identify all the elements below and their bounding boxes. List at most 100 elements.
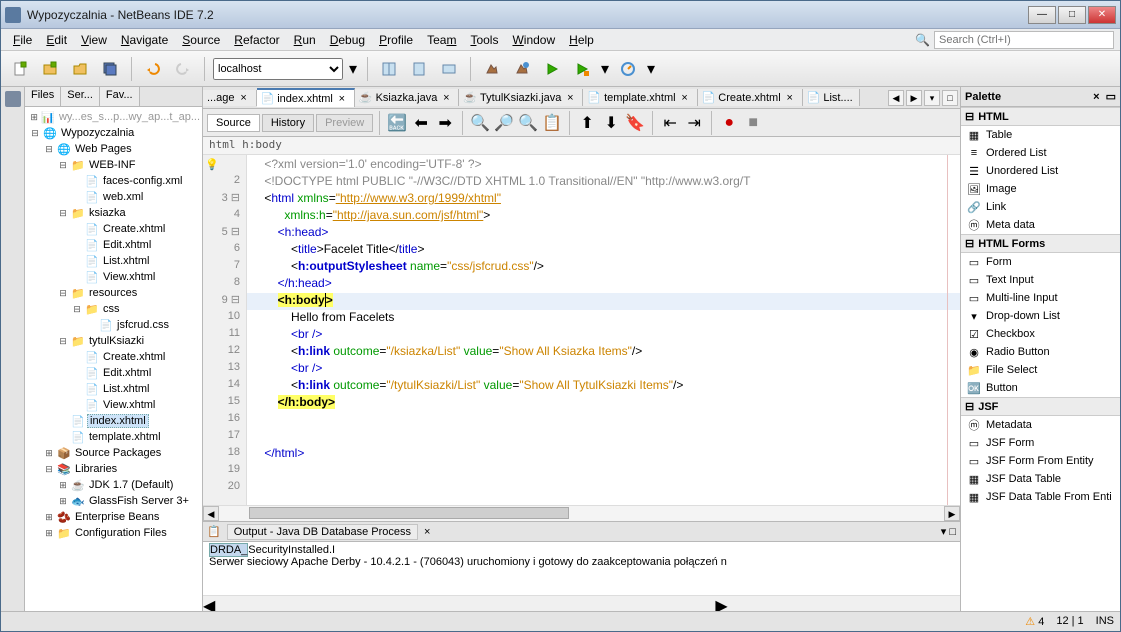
menu-tools[interactable]: Tools <box>464 31 504 49</box>
tree-web-inf[interactable]: ⊟📁WEB-INF <box>25 157 202 173</box>
config-select[interactable]: localhost <box>213 58 343 80</box>
new-file-button[interactable] <box>7 56 33 82</box>
tree-resources[interactable]: ⊟📁resources <box>25 285 202 301</box>
shift-left-button[interactable]: ⇤ <box>659 112 681 134</box>
preview-view-button[interactable]: Preview <box>316 114 373 132</box>
close-tab-icon[interactable]: × <box>564 92 576 104</box>
close-output-icon[interactable]: × <box>424 526 430 538</box>
close-tab-icon[interactable]: × <box>336 93 348 105</box>
tree-project-root[interactable]: ⊟🌐Wypozyczalnia <box>25 125 202 141</box>
next-bookmark-button[interactable]: ⬇ <box>600 112 622 134</box>
tree-truncated-node[interactable]: ⊞📊wy...es_s...p...wy_ap...t_ap... <box>25 109 202 125</box>
output-nav[interactable]: ▾ □ <box>941 525 956 538</box>
palette-item-link[interactable]: 🔗Link <box>961 198 1120 216</box>
palette-section-html[interactable]: ⊟HTML <box>961 107 1120 126</box>
profile-dropdown-icon[interactable]: ▾ <box>645 56 657 82</box>
menu-run[interactable]: Run <box>288 31 322 49</box>
tree-jdk[interactable]: ⊞☕JDK 1.7 (Default) <box>25 477 202 493</box>
tree-enterprise-beans[interactable]: ⊞🫘Enterprise Beans <box>25 509 202 525</box>
palette-section-forms[interactable]: ⊟HTML Forms <box>961 234 1120 253</box>
last-edit-button[interactable]: 🔙 <box>386 112 408 134</box>
tab-files[interactable]: Files <box>25 87 61 106</box>
insert-mode[interactable]: INS <box>1096 615 1114 628</box>
close-tab-icon[interactable]: × <box>238 92 250 104</box>
close-tab-icon[interactable]: × <box>440 92 452 104</box>
run-button[interactable] <box>539 56 565 82</box>
palette-item-button[interactable]: 🆗Button <box>961 379 1120 397</box>
menu-refactor[interactable]: Refactor <box>228 31 285 49</box>
palette-section-jsf[interactable]: ⊟JSF <box>961 397 1120 416</box>
tree-tytul-edit[interactable]: 📄Edit.xhtml <box>25 365 202 381</box>
macro-record-button[interactable]: ● <box>718 112 740 134</box>
maximize-editor[interactable]: □ <box>942 90 958 106</box>
tab-age[interactable]: ...age× <box>203 90 257 106</box>
undo-button[interactable] <box>140 56 166 82</box>
palette-item-radio[interactable]: ◉Radio Button <box>961 343 1120 361</box>
hint-bulb-icon[interactable]: 💡 <box>205 158 217 170</box>
toggle-highlight-button[interactable]: 📋 <box>541 112 563 134</box>
menu-profile[interactable]: Profile <box>373 31 419 49</box>
tree-tytul[interactable]: ⊟📁tytulKsiazki <box>25 333 202 349</box>
palette-item-ordered-list[interactable]: ≡Ordered List <box>961 144 1120 162</box>
tree-config-files[interactable]: ⊞📁Configuration Files <box>25 525 202 541</box>
menu-debug[interactable]: Debug <box>324 31 371 49</box>
palette-item-image[interactable]: 🖼Image <box>961 180 1120 198</box>
toggle-bookmark-button[interactable]: 🔖 <box>624 112 646 134</box>
tabs-scroll-left[interactable]: ◀ <box>888 90 904 106</box>
tabs-dropdown[interactable]: ▾ <box>924 90 940 106</box>
find-next-button[interactable]: 🔍 <box>517 112 539 134</box>
editor-breadcrumb[interactable]: html h:body <box>203 137 960 155</box>
tab-index-xhtml[interactable]: 📄index.xhtml× <box>257 88 355 107</box>
build-button[interactable] <box>479 56 505 82</box>
tree-ksiazka-view[interactable]: 📄View.xhtml <box>25 269 202 285</box>
new-project-button[interactable] <box>37 56 63 82</box>
tree-tytul-create[interactable]: 📄Create.xhtml <box>25 349 202 365</box>
palette-item-text-input[interactable]: ▭Text Input <box>961 271 1120 289</box>
navigator-icon[interactable] <box>5 91 21 107</box>
palette-item-jsf-datatable-entity[interactable]: ▦JSF Data Table From Enti <box>961 488 1120 506</box>
tab-favorites[interactable]: Fav... <box>100 87 140 106</box>
config-dropdown-icon[interactable]: ▾ <box>347 56 359 82</box>
palette-item-checkbox[interactable]: ☑Checkbox <box>961 325 1120 343</box>
debug-dropdown-icon[interactable]: ▾ <box>599 56 611 82</box>
code-editor[interactable]: 💡 23 ⊟45 ⊟ 6789 ⊟ 10111213 14151617 1819… <box>203 155 960 505</box>
editor-horizontal-scrollbar[interactable]: ◀▶ <box>203 505 960 521</box>
debug-button[interactable] <box>569 56 595 82</box>
tab-create-xhtml[interactable]: 📄Create.xhtml× <box>698 89 803 106</box>
palette-item-jsf-form-entity[interactable]: ▭JSF Form From Entity <box>961 452 1120 470</box>
palette-item-table[interactable]: ▦Table <box>961 126 1120 144</box>
tree-ksiazka-list[interactable]: 📄List.xhtml <box>25 253 202 269</box>
palette-minimize-icon[interactable]: ▭ <box>1106 90 1116 103</box>
go-to-source-button[interactable] <box>406 56 432 82</box>
history-view-button[interactable]: History <box>262 114 314 132</box>
output-horizontal-scrollbar[interactable]: ◀▶ <box>203 595 960 611</box>
menu-help[interactable]: Help <box>563 31 600 49</box>
palette-item-jsf-form[interactable]: ▭JSF Form <box>961 434 1120 452</box>
tree-template-xhtml[interactable]: 📄template.xhtml <box>25 429 202 445</box>
tree-tytul-view[interactable]: 📄View.xhtml <box>25 397 202 413</box>
palette-item-jsf-datatable[interactable]: ▦JSF Data Table <box>961 470 1120 488</box>
warning-badge[interactable]: ⚠ 4 <box>1025 615 1044 628</box>
line-gutter[interactable]: 💡 23 ⊟45 ⊟ 6789 ⊟ 10111213 14151617 1819… <box>203 155 247 505</box>
tree-faces-config[interactable]: 📄faces-config.xml <box>25 173 202 189</box>
output-tab[interactable]: Output - Java DB Database Process <box>227 524 418 540</box>
menu-source[interactable]: Source <box>176 31 226 49</box>
tree-glassfish[interactable]: ⊞🐟GlassFish Server 3+ <box>25 493 202 509</box>
maximize-button[interactable]: □ <box>1058 6 1086 24</box>
palette-item-jsf-metadata[interactable]: ⓜMetadata <box>961 416 1120 434</box>
palette-item-form[interactable]: ▭Form <box>961 253 1120 271</box>
tab-services[interactable]: Ser... <box>61 87 100 106</box>
tree-ksiazka-edit[interactable]: 📄Edit.xhtml <box>25 237 202 253</box>
macro-stop-button[interactable]: ■ <box>742 112 764 134</box>
close-button[interactable]: ✕ <box>1088 6 1116 24</box>
close-tab-icon[interactable]: × <box>784 92 796 104</box>
tree-source-packages[interactable]: ⊞📦Source Packages <box>25 445 202 461</box>
save-all-button[interactable] <box>97 56 123 82</box>
tree-libraries[interactable]: ⊟📚Libraries <box>25 461 202 477</box>
menu-view[interactable]: View <box>75 31 113 49</box>
menu-edit[interactable]: Edit <box>40 31 73 49</box>
minimize-button[interactable]: — <box>1028 6 1056 24</box>
menu-navigate[interactable]: Navigate <box>115 31 174 49</box>
output-text[interactable]: DRDA_SecurityInstalled.I Serwer sieciowy… <box>203 542 960 595</box>
prev-bookmark-button[interactable]: ⬆ <box>576 112 598 134</box>
